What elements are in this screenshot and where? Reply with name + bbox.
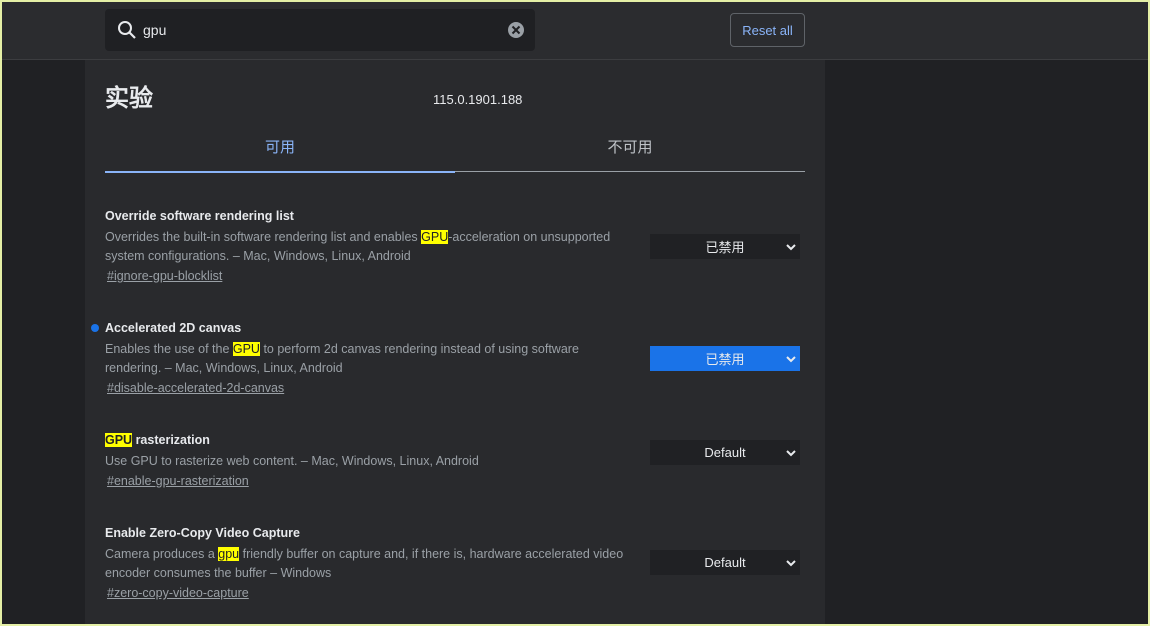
experiment-description: Use GPU to rasterize web content. – Mac,…	[105, 454, 479, 468]
experiment-link[interactable]: #zero-copy-video-capture	[107, 586, 249, 600]
page-title: 实验	[105, 85, 153, 112]
experiment-item: Enable Zero-Copy Video Capture Camera pr…	[105, 524, 805, 602]
experiment-item: Override software rendering list Overrid…	[105, 207, 805, 285]
search-box[interactable]	[105, 9, 535, 51]
experiment-description: Camera produces a gpu friendly buffer on…	[105, 547, 624, 580]
experiment-link[interactable]: #disable-accelerated-2d-canvas	[107, 381, 284, 395]
search-input[interactable]	[143, 20, 493, 40]
select-value: Default	[704, 445, 746, 460]
modified-indicator	[91, 324, 99, 332]
experiment-link[interactable]: #enable-gpu-rasterization	[107, 474, 249, 488]
experiment-title: Enable Zero-Copy Video Capture	[105, 526, 300, 540]
experiment-description: Overrides the built-in software renderin…	[105, 230, 611, 263]
chevron-down-icon	[786, 244, 796, 251]
search-highlight: GPU	[232, 342, 260, 356]
experiment-description: Enables the use of the GPU to perform 2d…	[105, 342, 579, 375]
chevron-down-icon	[786, 560, 796, 567]
version-label: 115.0.1901.188	[433, 92, 523, 107]
tab-available[interactable]: 可用	[105, 130, 455, 173]
experiment-select[interactable]: Default	[650, 440, 800, 465]
experiment-title: Override software rendering list	[105, 209, 294, 223]
select-value: 已禁用	[705, 352, 745, 367]
experiment-select[interactable]: Default	[650, 550, 800, 575]
search-highlight: GPU	[105, 433, 133, 447]
tab-bar: 可用 不可用	[105, 130, 805, 173]
select-value: Default	[704, 555, 746, 570]
select-value: 已禁用	[705, 240, 745, 255]
experiment-title: Accelerated 2D canvas	[105, 321, 242, 335]
search-highlight: GPU	[421, 230, 449, 244]
header-bar: Reset all	[2, 2, 1148, 60]
tab-unavailable[interactable]: 不可用	[455, 130, 805, 172]
experiment-select[interactable]: 已禁用	[650, 346, 800, 371]
search-highlight: gpu	[218, 547, 240, 561]
experiment-item: Accelerated 2D canvas Enables the use of…	[91, 319, 805, 397]
reset-all-button[interactable]: Reset all	[730, 13, 805, 47]
chevron-down-icon	[786, 356, 796, 363]
clear-icon[interactable]	[507, 21, 525, 39]
experiment-item: GPU rasterization Use GPU to rasterize w…	[105, 431, 805, 490]
experiment-select[interactable]: 已禁用	[650, 234, 800, 259]
search-icon	[118, 21, 136, 39]
chevron-down-icon	[786, 450, 796, 457]
experiment-link[interactable]: #ignore-gpu-blocklist	[107, 269, 222, 283]
experiments-panel: 实验 115.0.1901.188 可用 不可用 Override softwa…	[85, 60, 825, 626]
